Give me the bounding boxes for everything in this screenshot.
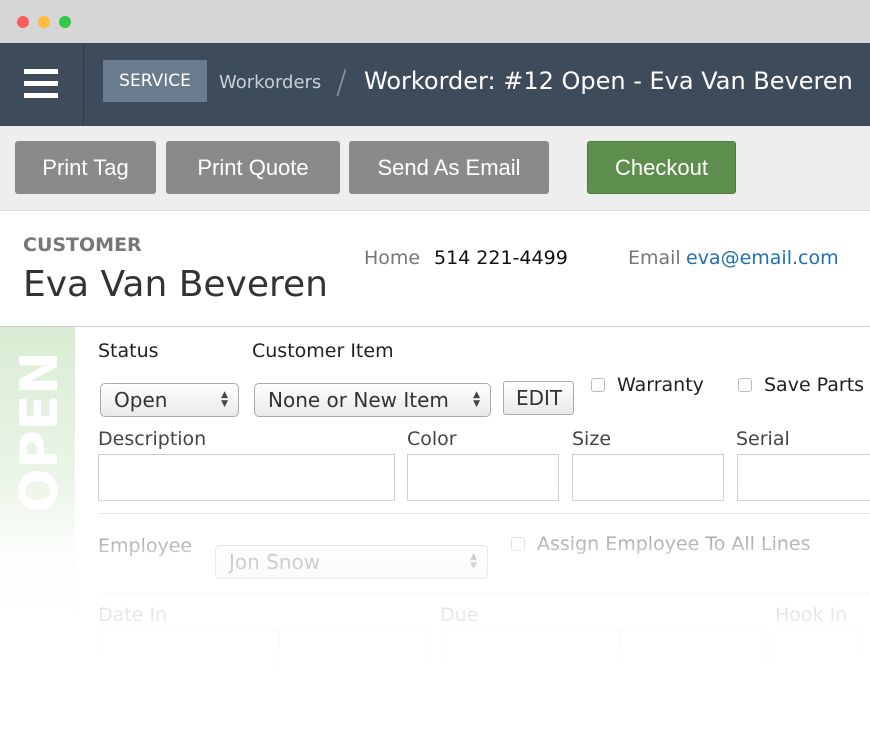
- hamburger-menu-icon[interactable]: [0, 43, 84, 126]
- top-nav: SERVICE Workorders / Workorder: #12 Open…: [0, 43, 870, 126]
- checkout-button[interactable]: Checkout: [587, 141, 736, 194]
- status-label: Status: [98, 340, 159, 362]
- send-email-button[interactable]: Send As Email: [349, 141, 549, 194]
- size-input[interactable]: [572, 454, 724, 501]
- section-service[interactable]: SERVICE: [103, 60, 207, 102]
- divider: [98, 592, 870, 593]
- customer-item-select[interactable]: None or New Item ▲ ▼: [254, 383, 491, 417]
- select-arrows-icon: ▲ ▼: [221, 390, 228, 409]
- email-label: Email: [628, 247, 681, 269]
- status-value: Open: [114, 388, 168, 412]
- customer-item-value: None or New Item: [268, 388, 449, 412]
- select-arrows-icon: ▲ ▼: [470, 552, 477, 571]
- due-date-input[interactable]: [440, 630, 621, 677]
- serial-input[interactable]: [737, 454, 870, 501]
- print-tag-button[interactable]: Print Tag: [15, 141, 156, 194]
- divider: [0, 326, 870, 327]
- status-banner-text: OPEN: [10, 351, 70, 513]
- customer-heading: CUSTOMER: [23, 234, 142, 256]
- save-parts-checkbox[interactable]: [738, 378, 752, 392]
- status-select[interactable]: Open ▲ ▼: [100, 383, 239, 417]
- serial-label: Serial: [736, 428, 790, 450]
- employee-label: Employee: [98, 535, 193, 557]
- breadcrumb-workorders[interactable]: Workorders: [219, 72, 321, 93]
- color-input[interactable]: [407, 454, 559, 501]
- description-label: Description: [98, 428, 207, 450]
- assign-all-checkbox[interactable]: [511, 537, 525, 551]
- warranty-checkbox[interactable]: [591, 378, 605, 392]
- date-in-input[interactable]: [98, 630, 279, 677]
- time-in-input[interactable]: [279, 630, 426, 677]
- edit-item-button[interactable]: EDIT: [503, 381, 574, 415]
- customer-item-label: Customer Item: [252, 340, 394, 362]
- customer-name[interactable]: Eva Van Beveren: [23, 264, 328, 305]
- color-label: Color: [407, 428, 457, 450]
- hook-in-input[interactable]: [775, 630, 862, 677]
- minimize-window-button[interactable]: [38, 16, 50, 28]
- employee-value: Jon Snow: [229, 550, 321, 574]
- employee-select[interactable]: Jon Snow ▲ ▼: [215, 545, 488, 579]
- email-link[interactable]: eva@email.com: [686, 247, 839, 269]
- save-parts-label: Save Parts: [764, 374, 865, 396]
- home-phone: 514 221-4499: [434, 247, 568, 269]
- assign-all-label: Assign Employee To All Lines: [537, 533, 811, 555]
- toolbar: Print Tag Print Quote Send As Email Chec…: [0, 126, 870, 211]
- print-quote-button[interactable]: Print Quote: [166, 141, 340, 194]
- close-window-button[interactable]: [17, 16, 29, 28]
- divider: [98, 513, 870, 514]
- window-titlebar: [0, 0, 870, 43]
- maximize-window-button[interactable]: [59, 16, 71, 28]
- size-label: Size: [572, 428, 612, 450]
- hook-in-label: Hook In: [775, 604, 848, 626]
- description-input[interactable]: [98, 454, 395, 501]
- warranty-label: Warranty: [617, 374, 704, 396]
- select-arrows-icon: ▲ ▼: [473, 390, 480, 409]
- date-in-label: Date In: [98, 604, 168, 626]
- status-banner: OPEN: [0, 327, 75, 740]
- due-time-input[interactable]: [621, 630, 768, 677]
- home-label: Home: [364, 247, 421, 269]
- due-label: Due: [440, 604, 479, 626]
- page-title: Workorder: #12 Open - Eva Van Beveren: [364, 67, 853, 95]
- breadcrumb-separator: /: [336, 63, 347, 101]
